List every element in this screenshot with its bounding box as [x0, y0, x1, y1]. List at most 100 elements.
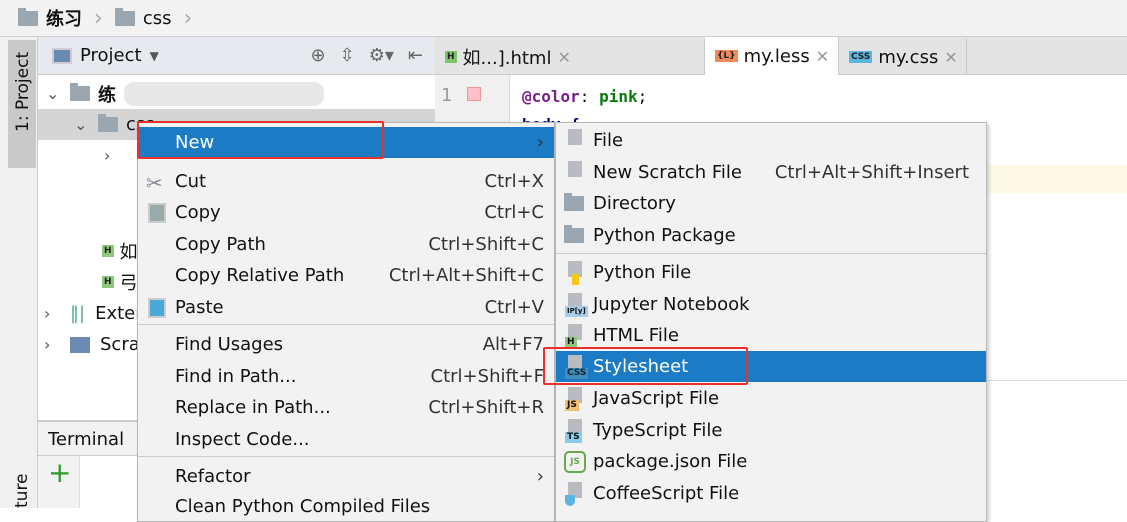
- tree-label: 弓: [119, 272, 138, 294]
- submenu-item-typescript-file[interactable]: TS TypeScript File: [556, 415, 986, 446]
- menu-label: Find Usages: [175, 334, 284, 355]
- menu-shortcut: Ctrl+Shift+R: [428, 397, 544, 418]
- coffeescript-icon: [564, 481, 586, 506]
- menu-item-refactor[interactable]: Refactor ›: [138, 461, 554, 492]
- submenu-item-jupyter-notebook[interactable]: IP[y] Jupyter Notebook: [556, 289, 986, 320]
- tab-my-css[interactable]: CSS my.css ✕: [839, 39, 967, 75]
- folder-icon: [70, 83, 90, 101]
- menu-label: Find in Path...: [175, 366, 297, 387]
- submenu-item-package-json[interactable]: JS package.json File: [556, 446, 986, 477]
- project-panel-header: Project ▼ ⊕ ⇳ ⚙▾ ⇤: [38, 37, 435, 75]
- breadcrumb-css[interactable]: css: [143, 8, 172, 29]
- menu-label: Copy Relative Path: [175, 265, 345, 286]
- menu-item-copy[interactable]: Copy Ctrl+C: [138, 197, 554, 228]
- menu-item-find-in-path[interactable]: Find in Path... Ctrl+Shift+F: [138, 361, 554, 392]
- submenu-item-directory[interactable]: Directory: [556, 188, 986, 219]
- package-folder-icon: [564, 225, 584, 243]
- close-icon[interactable]: ✕: [557, 48, 570, 67]
- html-file-icon: H: [102, 275, 114, 288]
- close-icon[interactable]: ✕: [816, 47, 829, 66]
- structure-tool-label[interactable]: ture: [12, 473, 32, 508]
- tab-html[interactable]: H 如...].html ✕: [435, 39, 705, 75]
- chevron-down-icon: ⌄: [46, 84, 60, 103]
- menu-item-inspect-code[interactable]: Inspect Code...: [138, 424, 554, 455]
- annotation-box-new: [137, 121, 384, 159]
- scratch-file-icon: [564, 160, 586, 185]
- menu-label: Directory: [593, 193, 676, 214]
- paste-icon: [148, 297, 166, 318]
- tab-label: 如...].html: [462, 48, 552, 69]
- menu-label: Python File: [593, 262, 692, 283]
- menu-label: Inspect Code...: [175, 429, 310, 450]
- submenu-item-new-scratch-file[interactable]: New Scratch File Ctrl+Alt+Shift+Insert: [556, 157, 986, 188]
- menu-label: Paste: [175, 297, 224, 318]
- submenu-item-coffeescript-file[interactable]: CoffeeScript File: [556, 478, 986, 509]
- tree-item-root[interactable]: ⌄ 练: [38, 78, 435, 109]
- python-file-icon: [564, 260, 586, 285]
- submenu-item-python-file[interactable]: Python File: [556, 257, 986, 288]
- submenu-item-python-package[interactable]: Python Package: [556, 220, 986, 251]
- hide-panel-icon[interactable]: ⇤: [408, 45, 423, 66]
- menu-label: Jupyter Notebook: [593, 294, 750, 315]
- project-tool-tab[interactable]: 1: Project: [8, 40, 36, 168]
- menu-separator: [138, 324, 554, 325]
- menu-item-copy-path[interactable]: Copy Path Ctrl+Shift+C: [138, 229, 554, 260]
- submenu-item-javascript-file[interactable]: JS JavaScript File: [556, 383, 986, 414]
- locate-icon[interactable]: ⊕: [311, 45, 326, 66]
- menu-shortcut: Ctrl+C: [484, 202, 544, 223]
- menu-label: Replace in Path...: [175, 397, 331, 418]
- tree-label: 练: [98, 84, 116, 106]
- menu-separator: [556, 253, 986, 254]
- folder-icon: [114, 7, 135, 26]
- folder-icon: [18, 7, 38, 26]
- library-icon: ‖|: [70, 303, 86, 324]
- tab-my-less[interactable]: {L} my.less ✕: [705, 37, 839, 75]
- menu-label: TypeScript File: [593, 420, 723, 441]
- chevron-down-icon: ⌄: [74, 115, 88, 134]
- menu-shortcut: Ctrl+Shift+C: [428, 234, 544, 255]
- project-panel-title[interactable]: Project: [80, 45, 142, 66]
- project-view-icon: [52, 47, 72, 64]
- menu-label: Clean Python Compiled Files: [175, 496, 431, 517]
- menu-shortcut: Ctrl+Alt+Shift+C: [388, 265, 544, 286]
- color-swatch[interactable]: [467, 87, 481, 101]
- css-file-icon: CSS: [849, 51, 873, 63]
- line-number: 1: [441, 85, 453, 106]
- submenu-item-file[interactable]: File: [556, 125, 986, 156]
- close-icon[interactable]: ✕: [944, 48, 957, 67]
- html-file-icon: H: [564, 323, 586, 348]
- code-value: pink: [599, 87, 638, 106]
- new-submenu: File New Scratch File Ctrl+Alt+Shift+Inse…: [555, 122, 987, 522]
- menu-label: Python Package: [593, 225, 736, 246]
- context-menu: New › ✂ Cut Ctrl+X Copy Ctrl+C Copy Path Ctrl…: [137, 122, 555, 522]
- menu-separator: [138, 456, 554, 457]
- menu-item-paste[interactable]: Paste Ctrl+V: [138, 292, 554, 323]
- file-icon: [564, 128, 586, 153]
- chevron-right-icon: ›: [536, 132, 544, 153]
- menu-label: Copy: [175, 202, 221, 223]
- folder-icon: [98, 114, 118, 132]
- jupyter-icon: IP[y]: [564, 292, 588, 317]
- chevron-right-icon: ›: [44, 304, 51, 323]
- html-file-icon: H: [445, 51, 457, 63]
- collapse-all-icon[interactable]: ⇳: [340, 45, 355, 66]
- menu-label: HTML File: [593, 325, 679, 346]
- breadcrumb-separator: ›: [183, 5, 193, 31]
- menu-item-replace-in-path[interactable]: Replace in Path... Ctrl+Shift+R: [138, 392, 554, 423]
- menu-label: package.json File: [593, 451, 748, 472]
- menu-label: Cut: [175, 171, 207, 192]
- chevron-right-icon: ›: [536, 466, 544, 487]
- menu-item-cut[interactable]: ✂ Cut Ctrl+X: [138, 166, 554, 197]
- add-terminal-icon[interactable]: +: [38, 456, 80, 508]
- chevron-down-icon[interactable]: ▼: [150, 49, 159, 63]
- nodejs-icon: JS: [564, 450, 586, 473]
- breadcrumb-project[interactable]: 练习: [46, 5, 82, 31]
- menu-label: Refactor: [175, 466, 251, 487]
- menu-item-find-usages[interactable]: Find Usages Alt+F7: [138, 329, 554, 360]
- menu-item-copy-relative-path[interactable]: Copy Relative Path Ctrl+Alt+Shift+C: [138, 260, 554, 291]
- tab-label: my.css: [878, 46, 939, 68]
- menu-shortcut: Alt+F7: [482, 334, 544, 355]
- gear-icon[interactable]: ⚙▾: [369, 45, 394, 66]
- menu-item-clean-python-compiled[interactable]: Clean Python Compiled Files: [138, 491, 554, 522]
- chevron-right-icon: ›: [44, 335, 51, 354]
